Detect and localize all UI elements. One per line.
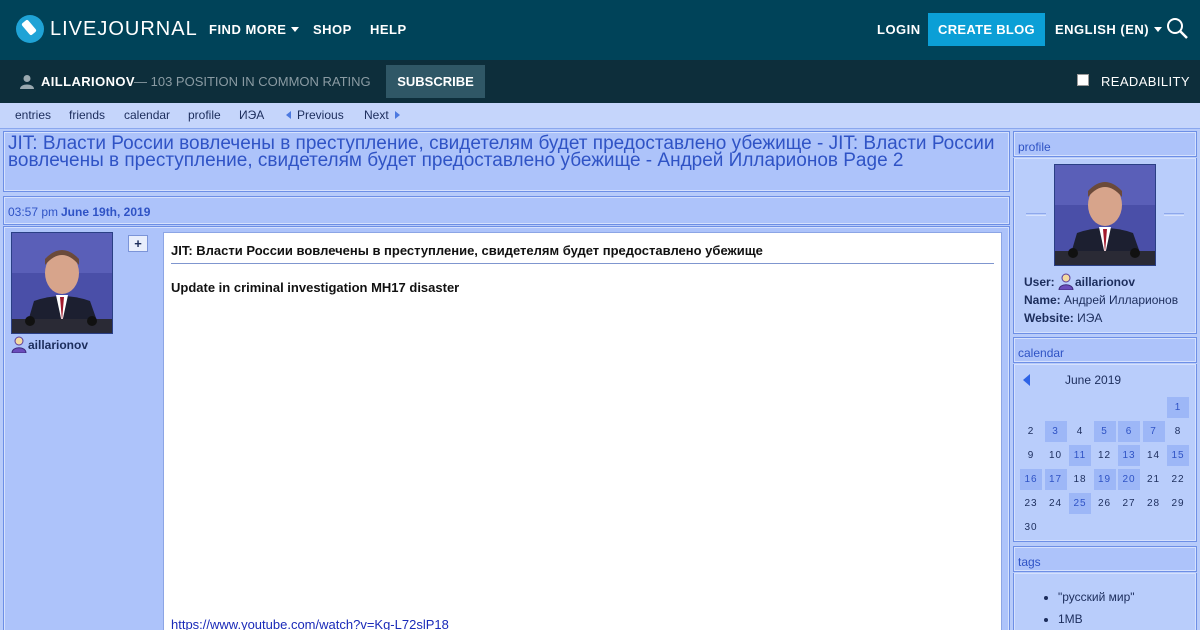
find-more-menu[interactable]: FIND MORE bbox=[209, 22, 300, 37]
shop-link[interactable]: SHOP bbox=[313, 22, 352, 37]
subscribe-button[interactable]: SUBSCRIBE bbox=[386, 65, 485, 98]
calendar-prev-icon[interactable] bbox=[1023, 374, 1030, 386]
journal-username[interactable]: AILLARIONOV bbox=[41, 74, 135, 89]
create-blog-button[interactable]: CREATE BLOG bbox=[928, 13, 1045, 46]
website-label: Website: bbox=[1024, 311, 1074, 325]
nav-iea[interactable]: ИЭА bbox=[239, 108, 264, 122]
calendar-day[interactable]: 15 bbox=[1167, 445, 1189, 466]
livejournal-logo-icon bbox=[16, 15, 44, 43]
help-link[interactable]: HELP bbox=[370, 22, 407, 37]
user-icon bbox=[11, 336, 27, 353]
divider bbox=[1026, 213, 1046, 216]
journal-nav-row bbox=[0, 103, 1200, 129]
calendar-day[interactable]: 1 bbox=[1167, 397, 1189, 418]
avatar-image bbox=[1055, 165, 1155, 265]
calendar-day: 2 bbox=[1027, 426, 1035, 437]
entry-time: 03:57 pm bbox=[8, 205, 59, 219]
language-label: ENGLISH (EN) bbox=[1055, 22, 1150, 37]
nav-next[interactable]: Next bbox=[364, 108, 400, 122]
nav-profile[interactable]: profile bbox=[188, 108, 221, 122]
user-icon bbox=[1058, 273, 1074, 290]
name-value: Андрей Илларионов bbox=[1064, 293, 1179, 307]
calendar-day[interactable]: 25 bbox=[1069, 493, 1091, 514]
calendar-day: 30 bbox=[1024, 522, 1038, 533]
profile-user-link[interactable]: aillarionov bbox=[1075, 275, 1135, 289]
chevron-down-icon bbox=[291, 27, 300, 32]
readability-label[interactable]: READABILITY bbox=[1101, 74, 1190, 89]
calendar-day: 26 bbox=[1097, 498, 1112, 509]
calendar-day: 10 bbox=[1048, 450, 1063, 461]
calendar-day: 8 bbox=[1174, 426, 1182, 437]
previous-label: Previous bbox=[297, 108, 344, 122]
tag-item[interactable]: "русский мир" bbox=[1058, 590, 1135, 612]
entry-date-panel bbox=[3, 196, 1010, 225]
tags-header-label: tags bbox=[1018, 555, 1041, 569]
entry-author-link[interactable]: aillarionov bbox=[28, 338, 88, 352]
tag-item[interactable]: 1МВ bbox=[1058, 612, 1135, 630]
rating-text: — 103 POSITION IN COMMON RATING bbox=[134, 74, 371, 89]
calendar-day[interactable]: 6 bbox=[1118, 421, 1140, 442]
profile-avatar[interactable] bbox=[1054, 164, 1156, 266]
youtube-link[interactable]: https://www.youtube.com/watch?v=Kg-L72sl… bbox=[171, 617, 449, 630]
calendar-day: 29 bbox=[1171, 498, 1185, 509]
add-memory-button[interactable]: + bbox=[128, 235, 148, 252]
livejournal-logo[interactable]: LIVEJOURNAL bbox=[16, 15, 198, 43]
calendar-day[interactable]: 3 bbox=[1044, 421, 1067, 442]
calendar-day[interactable]: 13 bbox=[1118, 445, 1140, 466]
logo-text: LIVEJOURNAL bbox=[50, 17, 198, 40]
readability-checkbox[interactable] bbox=[1077, 74, 1089, 86]
calendar-day[interactable]: 7 bbox=[1142, 421, 1165, 442]
website-link[interactable]: ИЭА bbox=[1077, 311, 1102, 325]
nav-entries[interactable]: entries bbox=[15, 108, 51, 122]
entry-subject: JIT: Власти России вовлечены в преступле… bbox=[171, 243, 994, 264]
arrow-right-icon bbox=[394, 111, 400, 119]
calendar-day: 22 bbox=[1171, 474, 1185, 485]
calendar-day: 4 bbox=[1076, 426, 1084, 437]
calendar-day: 24 bbox=[1048, 498, 1063, 509]
calendar-day: 23 bbox=[1024, 498, 1038, 509]
user-label: User: bbox=[1024, 275, 1055, 289]
name-label: Name: bbox=[1024, 293, 1061, 307]
calendar-day: 12 bbox=[1097, 450, 1112, 461]
language-selector[interactable]: ENGLISH (EN) bbox=[1055, 22, 1163, 37]
profile-website-line: Website: ИЭА bbox=[1024, 311, 1102, 325]
calendar-day[interactable]: 16 bbox=[1020, 469, 1042, 490]
entry-text-line: Update in criminal investigation MH17 di… bbox=[171, 280, 460, 295]
next-label: Next bbox=[364, 108, 389, 122]
user-icon bbox=[20, 75, 34, 89]
nav-calendar[interactable]: calendar bbox=[124, 108, 170, 122]
calendar-day[interactable]: 11 bbox=[1069, 445, 1091, 466]
login-link[interactable]: LOGIN bbox=[877, 22, 921, 37]
calendar-day: 14 bbox=[1146, 450, 1161, 461]
tags-list: "русский мир" 1МВ bbox=[1046, 590, 1135, 630]
calendar-day: 18 bbox=[1073, 474, 1087, 485]
nav-previous[interactable]: Previous bbox=[286, 108, 344, 122]
calendar-month: June 2019 bbox=[1065, 373, 1122, 387]
calendar-day[interactable]: 5 bbox=[1093, 421, 1116, 442]
author-avatar[interactable] bbox=[11, 232, 113, 334]
calendar-header-label: calendar bbox=[1018, 346, 1065, 360]
search-icon[interactable] bbox=[1166, 17, 1188, 39]
entry-date-link[interactable]: June 19th, 2019 bbox=[61, 205, 150, 219]
calendar-day[interactable]: 17 bbox=[1044, 469, 1067, 490]
calendar-day: 28 bbox=[1146, 498, 1161, 509]
avatar-image bbox=[12, 233, 112, 333]
page-title: JIT: Власти России вовлечены в преступле… bbox=[8, 133, 995, 171]
calendar-day: 21 bbox=[1146, 474, 1161, 485]
profile-user-line: User: bbox=[1024, 275, 1055, 289]
calendar-day[interactable]: 20 bbox=[1118, 469, 1140, 490]
divider bbox=[1164, 213, 1184, 216]
calendar-day[interactable]: 19 bbox=[1093, 469, 1116, 490]
profile-header-label: profile bbox=[1018, 140, 1051, 154]
profile-name-line: Name: Андрей Илларионов bbox=[1024, 293, 1178, 307]
calendar-day: 9 bbox=[1027, 450, 1035, 461]
find-more-label: FIND MORE bbox=[209, 22, 287, 37]
arrow-left-icon bbox=[286, 111, 291, 119]
chevron-down-icon bbox=[1154, 27, 1163, 32]
nav-friends[interactable]: friends bbox=[69, 108, 105, 122]
calendar-day: 27 bbox=[1122, 498, 1136, 509]
